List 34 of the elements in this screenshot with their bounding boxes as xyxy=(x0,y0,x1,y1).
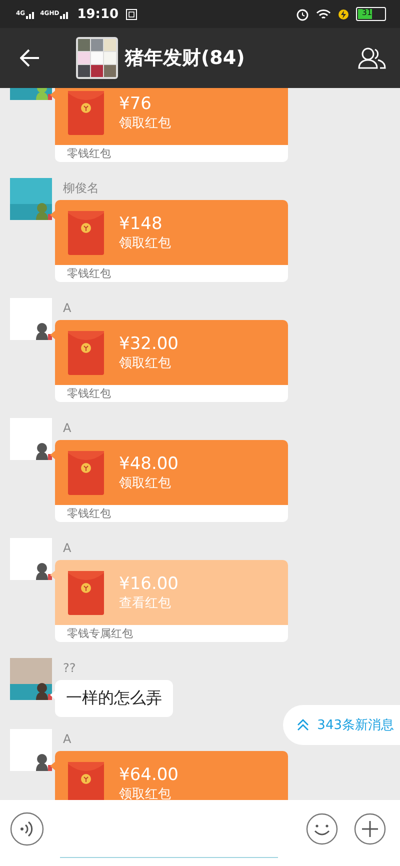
packet-amount: ¥76 xyxy=(119,92,152,114)
message-bubble: 一样的怎么弄 xyxy=(55,680,173,717)
packet-type: 零钱专属红包 xyxy=(67,627,133,640)
sender-name: A xyxy=(63,540,72,557)
packet-type: 零钱红包 xyxy=(67,507,111,520)
packet-amount: ¥16.00 xyxy=(119,572,178,594)
chat-title: 猪年发财(84) xyxy=(125,46,246,71)
clock-time: 19:10 xyxy=(77,6,119,22)
packet-action: 领取红包 xyxy=(119,786,172,800)
money-packet-card[interactable]: ¥48.00 领取红包 零钱红包 xyxy=(55,440,288,522)
sender-name: A xyxy=(63,300,72,317)
sender-name: ?? xyxy=(63,660,77,677)
money-packet-card[interactable]: ¥76 领取红包 零钱红包 xyxy=(55,88,288,162)
packet-action: 领取红包 xyxy=(119,354,172,372)
packet-action: 领取红包 xyxy=(119,114,171,132)
packet-type: 零钱红包 xyxy=(67,387,111,400)
sender-name: 柳俊名 xyxy=(63,180,100,197)
sender-name: A xyxy=(63,420,72,437)
packet-action: 领取红包 xyxy=(119,474,172,492)
sender-name: A xyxy=(63,731,72,748)
packet-action: 查看红包 xyxy=(119,594,172,612)
battery-level: 31 xyxy=(358,9,372,19)
packet-type: 零钱红包 xyxy=(67,147,111,160)
money-packet-card[interactable]: ¥16.00 查看红包 零钱专属红包 xyxy=(55,560,288,642)
packet-type: 零钱红包 xyxy=(67,267,111,280)
packet-action: 领取红包 xyxy=(119,234,171,252)
packet-amount: ¥32.00 xyxy=(119,332,178,354)
packet-amount: ¥148 xyxy=(119,212,164,234)
money-packet-card[interactable]: ¥32.00 领取红包 零钱红包 xyxy=(55,320,288,402)
money-packet-card[interactable]: ¥64.00 领取红包 xyxy=(55,751,288,800)
new-messages-button[interactable]: 343条新消息 xyxy=(283,705,400,745)
packet-amount: ¥64.00 xyxy=(119,764,178,786)
money-packet-card[interactable]: ¥148 领取红包 零钱红包 xyxy=(55,200,288,282)
packet-amount: ¥48.00 xyxy=(119,452,178,474)
